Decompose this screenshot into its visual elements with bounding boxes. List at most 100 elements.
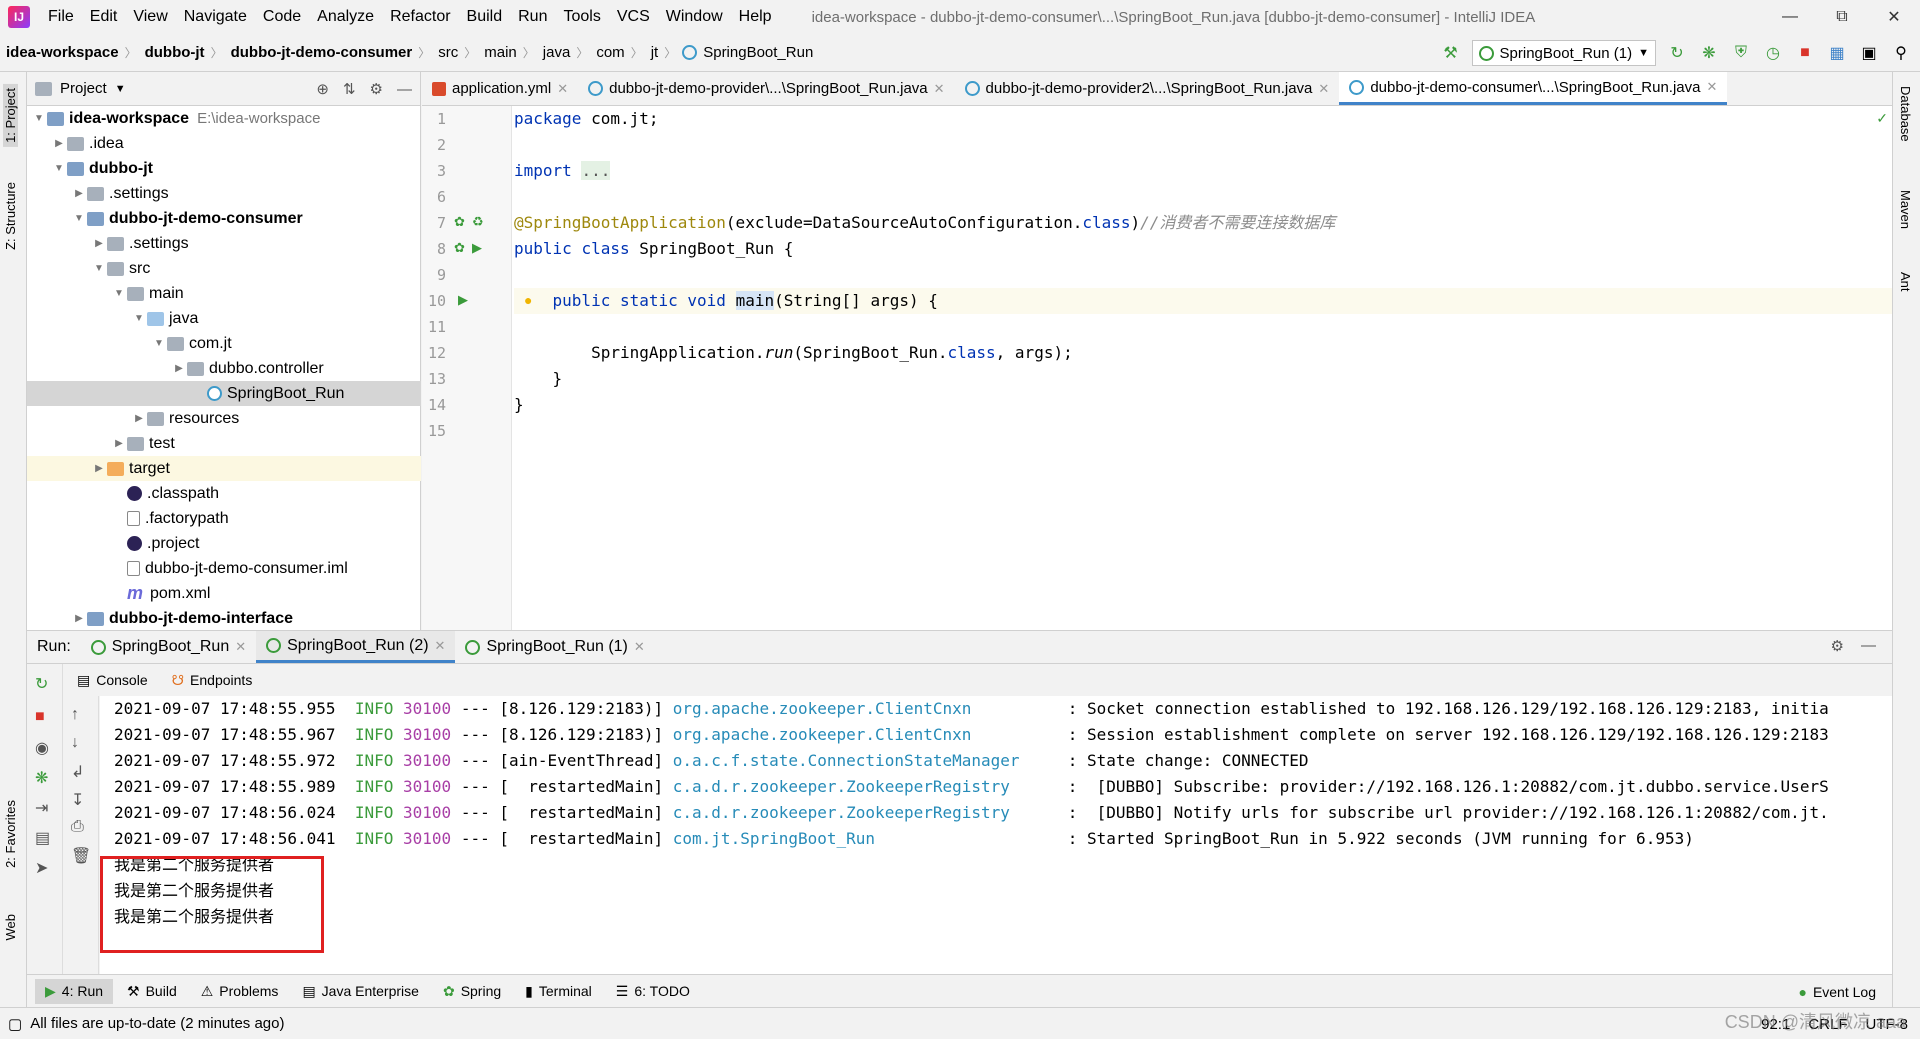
run-class-icon[interactable]: ▶ [472,240,482,256]
menu-window[interactable]: Window [658,8,731,26]
expand-arrow-icon[interactable]: ▼ [51,163,67,174]
run-tab-springboot-run[interactable]: SpringBoot_Run ✕ [81,631,256,663]
debug-bug-icon[interactable]: ❋ [35,768,48,788]
tab-provider-run[interactable]: dubbo-jt-demo-provider\...\SpringBoot_Ru… [578,72,954,105]
breadcrumb-java[interactable]: java [537,44,575,61]
print-icon[interactable]: ⎙ [71,818,84,836]
tab-web[interactable]: Web [3,914,18,941]
breadcrumb-springboot-run[interactable]: SpringBoot_Run [697,44,817,61]
menu-run[interactable]: Run [510,8,555,26]
breadcrumb-jt[interactable]: jt [645,44,663,61]
tab-project[interactable]: 1: Project [3,84,18,147]
menu-navigate[interactable]: Navigate [176,8,255,26]
tab-ant[interactable]: Ant [1898,272,1913,292]
build-hammer-icon[interactable]: ⚒ [1440,42,1462,64]
trash-icon[interactable]: 🗑 [71,846,91,866]
expand-arrow-icon[interactable]: ▼ [91,263,107,274]
run-configuration-select[interactable]: SpringBoot_Run (1) ▼ [1471,40,1656,66]
tree-item-src[interactable]: ▼ src [27,256,421,281]
close-icon[interactable]: ✕ [557,81,568,97]
toolwindow-todo[interactable]: ☰ 6: TODO [606,979,700,1004]
close-icon[interactable]: ✕ [934,81,945,97]
subtab-console[interactable]: ▤ Console [77,672,148,689]
tree-item-java[interactable]: ▼ java [27,306,421,331]
minimize-icon[interactable]: — [1764,0,1816,34]
tree-item-factorypath[interactable]: .factorypath [27,506,421,531]
toolwindow-spring[interactable]: ✿ Spring [433,979,511,1004]
collapse-arrow-icon[interactable]: ▶ [51,138,67,149]
gear-icon[interactable]: ⚙ [1831,637,1844,655]
no-problems-check-icon[interactable]: ✓ [1876,110,1888,127]
tab-favorites[interactable]: 2: Favorites [3,800,18,868]
coverage-icon[interactable]: ⛨ [1730,42,1752,64]
tree-item-com-jt[interactable]: ▼ com.jt [27,331,421,356]
console-output[interactable]: 2021-09-07 17:48:55.955 INFO 30100 --- [… [100,696,1892,974]
rerun-icon[interactable]: ↻ [1666,42,1688,64]
expand-arrow-icon[interactable]: ▼ [71,213,87,224]
camera-icon[interactable]: ◉ [35,738,49,758]
profile-icon[interactable]: ◷ [1762,42,1784,64]
menu-vcs[interactable]: VCS [609,8,658,26]
toolwindow-terminal[interactable]: ▮ Terminal [515,979,602,1004]
tree-item-settings[interactable]: ▶ .settings [27,181,421,206]
scroll-to-end-icon[interactable]: ↧ [71,790,84,810]
close-icon[interactable]: ✕ [435,638,446,654]
collapse-arrow-icon[interactable]: ▶ [71,613,87,624]
collapse-arrow-icon[interactable]: ▶ [91,463,107,474]
close-icon[interactable]: ✕ [235,639,246,655]
toolwindow-build[interactable]: ⚒ Build [117,979,187,1004]
tree-item-dubbo-controller[interactable]: ▶ dubbo.controller [27,356,421,381]
menu-refactor[interactable]: Refactor [382,8,458,26]
expand-arrow-icon[interactable]: ▼ [111,288,127,299]
tree-item-pom[interactable]: m pom.xml [27,581,421,606]
hide-panel-icon[interactable]: — [397,81,412,98]
menu-build[interactable]: Build [459,8,511,26]
breadcrumb-consumer[interactable]: dubbo-jt-demo-consumer [225,44,417,61]
stop-icon[interactable]: ■ [1794,42,1816,64]
locate-target-icon[interactable]: ⊕ [316,80,329,98]
arrow-up-icon[interactable]: ↑ [71,706,79,724]
tree-item-consumer[interactable]: ▼ dubbo-jt-demo-consumer [27,206,421,231]
tree-item-consumer-settings[interactable]: ▶ .settings [27,231,421,256]
search-everywhere-icon[interactable]: ⚲ [1890,42,1912,64]
expand-arrow-icon[interactable]: ▼ [131,313,147,324]
menu-analyze[interactable]: Analyze [309,8,382,26]
collapse-arrow-icon[interactable]: ▶ [131,413,147,424]
layout-icon[interactable]: ▤ [35,828,50,848]
tab-database[interactable]: Database [1898,86,1913,142]
close-icon[interactable]: ✕ [1707,79,1718,95]
tab-provider2-run[interactable]: dubbo-jt-demo-provider2\...\SpringBoot_R… [955,72,1340,105]
menu-help[interactable]: Help [731,8,780,26]
project-panel-title[interactable]: Project [60,80,107,97]
collapse-arrow-icon[interactable]: ▶ [111,438,127,449]
breadcrumb-com[interactable]: com [590,44,628,61]
tab-application-yml[interactable]: application.yml ✕ [422,72,578,105]
breadcrumb-main[interactable]: main [478,44,521,61]
soft-wrap-icon[interactable]: ↲ [71,762,84,782]
stop-icon[interactable]: ■ [35,708,45,726]
collapse-arrow-icon[interactable]: ▶ [71,188,87,199]
code-editor[interactable]: 1 2 3 6 7 8 9 10 11 12 13 14 15 ✿ ♻ ✿ ▶ … [422,106,1892,630]
project-structure-icon[interactable]: ▦ [1826,42,1848,64]
tree-item-springboot-run[interactable]: SpringBoot_Run [27,381,421,406]
arrow-down-icon[interactable]: ↓ [71,734,79,752]
run-main-icon[interactable]: ▶ [458,292,468,308]
spring-bean-icon[interactable]: ✿ [454,240,465,256]
tree-item-classpath[interactable]: .classpath [27,481,421,506]
breadcrumb-idea-workspace[interactable]: idea-workspace [0,44,123,61]
menu-tools[interactable]: Tools [555,8,608,26]
tree-item-interface[interactable]: ▶ dubbo-jt-demo-interface [27,606,421,631]
collapse-arrow-icon[interactable]: ▶ [171,363,187,374]
run-tab-springboot-run-2[interactable]: SpringBoot_Run (2) ✕ [256,631,456,663]
chevron-down-icon[interactable]: ▼ [115,83,126,95]
spring-bean-icon[interactable]: ✿ [454,214,465,230]
tree-item-project[interactable]: .project [27,531,421,556]
pin-icon[interactable]: ➤ [35,858,48,878]
tree-item-dubbo-jt[interactable]: ▼ dubbo-jt [27,156,421,181]
run-tab-springboot-run-1[interactable]: SpringBoot_Run (1) ✕ [455,631,654,663]
close-window-icon[interactable]: ✕ [1868,0,1920,34]
restore-icon[interactable]: ⧉ [1816,0,1868,34]
expand-arrow-icon[interactable]: ▼ [31,113,47,124]
hide-panel-icon[interactable]: — [1861,637,1876,654]
menu-edit[interactable]: Edit [82,8,126,26]
